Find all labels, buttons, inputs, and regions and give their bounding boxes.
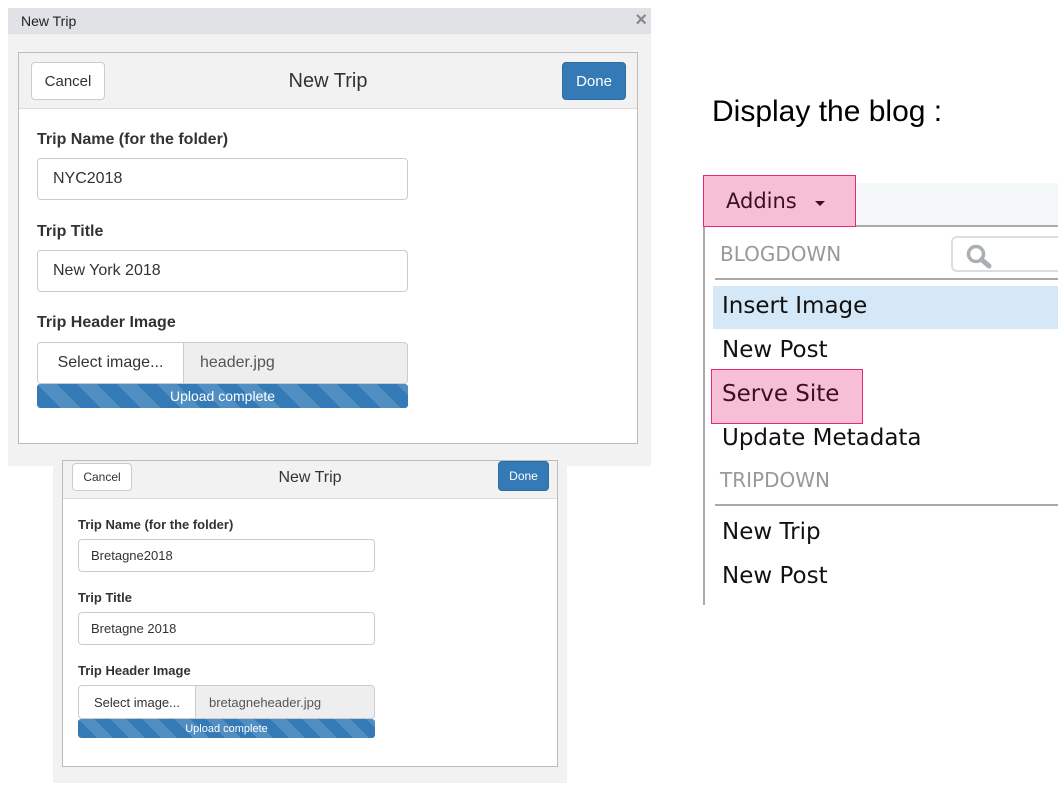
trip-name-value: NYC2018 — [53, 170, 123, 187]
select-image-button-2[interactable]: Select image... — [78, 685, 196, 719]
menu-item-new-post-2[interactable]: New Post — [722, 563, 828, 589]
divider — [715, 278, 1058, 280]
dialog-panel: Cancel New Trip Done Trip Name (for the … — [18, 52, 638, 444]
trip-title-label: Trip Title — [37, 223, 104, 240]
addins-label: Addins — [726, 189, 797, 213]
dialog-panel-2: Cancel New Trip Done Trip Name (for the … — [62, 460, 558, 767]
dialog-title: New Trip — [288, 70, 368, 92]
file-name-field: header.jpg — [183, 342, 408, 384]
upload-progress-bar: Upload complete — [37, 384, 408, 408]
close-icon[interactable]: × — [635, 9, 647, 32]
window-title: New Trip — [21, 13, 77, 29]
file-name: header.jpg — [200, 354, 275, 371]
file-name-field-2: bretagneheader.jpg — [195, 685, 375, 719]
dialog-header-2: Cancel New Trip Done — [63, 461, 557, 499]
window-title-bar: New Trip × — [8, 8, 651, 34]
section-blogdown: BLOGDOWN — [720, 242, 842, 266]
done-button-2[interactable]: Done — [498, 461, 549, 491]
divider-2 — [715, 504, 1058, 506]
file-name-2: bretagneheader.jpg — [209, 694, 322, 710]
trip-title-value-2: Bretagne 2018 — [91, 621, 177, 636]
menu-item-insert-image[interactable]: Insert Image — [722, 293, 867, 319]
done-button[interactable]: Done — [562, 62, 626, 100]
new-trip-window-2: Cancel New Trip Done Trip Name (for the … — [53, 460, 567, 783]
dialog-title-2: New Trip — [278, 469, 342, 486]
addin-search-input[interactable] — [951, 236, 1058, 272]
trip-name-input[interactable]: NYC2018 — [37, 158, 408, 200]
menu-item-serve-site[interactable]: Serve Site — [722, 381, 839, 407]
menu-item-new-trip[interactable]: New Trip — [722, 519, 821, 545]
menu-item-update-metadata[interactable]: Update Metadata — [722, 425, 922, 451]
trip-name-input-2[interactable]: Bretagne2018 — [78, 539, 375, 572]
addins-button[interactable]: Addins — [703, 175, 856, 227]
trip-title-input-2[interactable]: Bretagne 2018 — [78, 612, 375, 645]
header-image-label: Trip Header Image — [37, 314, 176, 331]
dialog-header: Cancel New Trip Done — [19, 53, 637, 109]
caret-down-icon — [814, 200, 825, 206]
select-image-button[interactable]: Select image... — [37, 342, 184, 384]
caption: Display the blog : — [712, 95, 943, 128]
trip-name-value-2: Bretagne2018 — [91, 548, 173, 563]
trip-title-label-2: Trip Title — [78, 590, 132, 605]
trip-name-label: Trip Name (for the folder) — [37, 131, 229, 148]
header-image-label-2: Trip Header Image — [78, 663, 191, 678]
search-icon — [966, 244, 992, 269]
trip-title-value: New York 2018 — [53, 262, 161, 279]
trip-title-input[interactable]: New York 2018 — [37, 250, 408, 292]
new-trip-window: New Trip × Cancel New Trip Done Trip Nam… — [8, 8, 651, 466]
menu-item-new-post[interactable]: New Post — [722, 337, 828, 363]
section-tripdown: TRIPDOWN — [720, 468, 830, 492]
upload-progress-bar-2: Upload complete — [78, 719, 375, 738]
trip-name-label-2: Trip Name (for the folder) — [78, 517, 234, 532]
